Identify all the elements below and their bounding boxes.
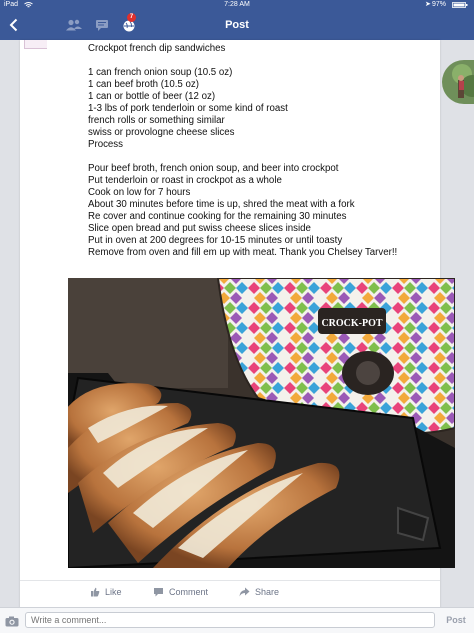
- ingredient-line: 1 can french onion soup (10.5 oz): [88, 67, 233, 78]
- ingredient-line: 1 can beef broth (10.5 oz): [88, 79, 199, 90]
- ingredient-line: swiss or provologne cheese slices: [88, 127, 235, 138]
- thumbs-up-icon: [91, 587, 100, 597]
- crockpot-logo: CROCK-POT: [321, 318, 382, 329]
- avatar[interactable]: [442, 60, 474, 104]
- like-button[interactable]: Like: [90, 587, 122, 597]
- comment-label: Comment: [169, 587, 209, 597]
- post-comment-button[interactable]: Post: [441, 612, 471, 628]
- ingredient-line: 1 can or bottle of beer (12 oz): [88, 91, 216, 102]
- step-line: Put in oven at 200 degrees for 10-15 min…: [88, 235, 343, 246]
- ingredient-line: french rolls or something similar: [88, 115, 225, 126]
- comment-input[interactable]: [25, 612, 435, 628]
- comment-bar: Post: [0, 607, 474, 633]
- step-line: Put tenderloin or roast in crockpot as a…: [88, 175, 282, 186]
- page-title: Post: [225, 19, 249, 31]
- camera-icon[interactable]: [5, 614, 19, 632]
- ingredient-line: Process: [88, 139, 123, 150]
- step-line: Cook on low for 7 hours: [88, 187, 191, 198]
- step-line: Remove from oven and fill em up with mea…: [88, 247, 398, 258]
- share-label: Share: [255, 587, 280, 597]
- step-line: Re cover and continue cooking for the re…: [88, 211, 347, 222]
- action-bar: Like Comment Share: [20, 580, 440, 609]
- like-label: Like: [105, 587, 122, 597]
- step-line: Pour beef broth, french onion soup, and …: [88, 163, 339, 174]
- nav-bar: 7 Post: [0, 10, 474, 40]
- card-corner-decoration: [24, 40, 47, 49]
- step-line: About 30 minutes before time is up, shre…: [88, 199, 355, 210]
- recipe-title: Crockpot french dip sandwiches: [88, 43, 226, 54]
- battery-percent: 97%: [432, 1, 447, 8]
- step-line: Slice open bread and put swiss cheese sl…: [88, 223, 311, 234]
- post-photo[interactable]: CROCK-POT: [68, 278, 455, 568]
- ingredient-line: 1-3 lbs of pork tenderloin or some kind …: [88, 103, 288, 114]
- clock: 7:28 AM: [224, 1, 250, 8]
- share-arrow-icon: [239, 587, 250, 597]
- status-bar: iPad 7:28 AM ➤ 97%: [0, 0, 474, 10]
- share-button[interactable]: Share: [239, 587, 279, 597]
- comment-icon: [154, 588, 163, 597]
- post-text: Crockpot french dip sandwiches 1 can fre…: [88, 43, 443, 259]
- comment-button[interactable]: Comment: [153, 587, 208, 597]
- location-icon: ➤: [425, 1, 431, 8]
